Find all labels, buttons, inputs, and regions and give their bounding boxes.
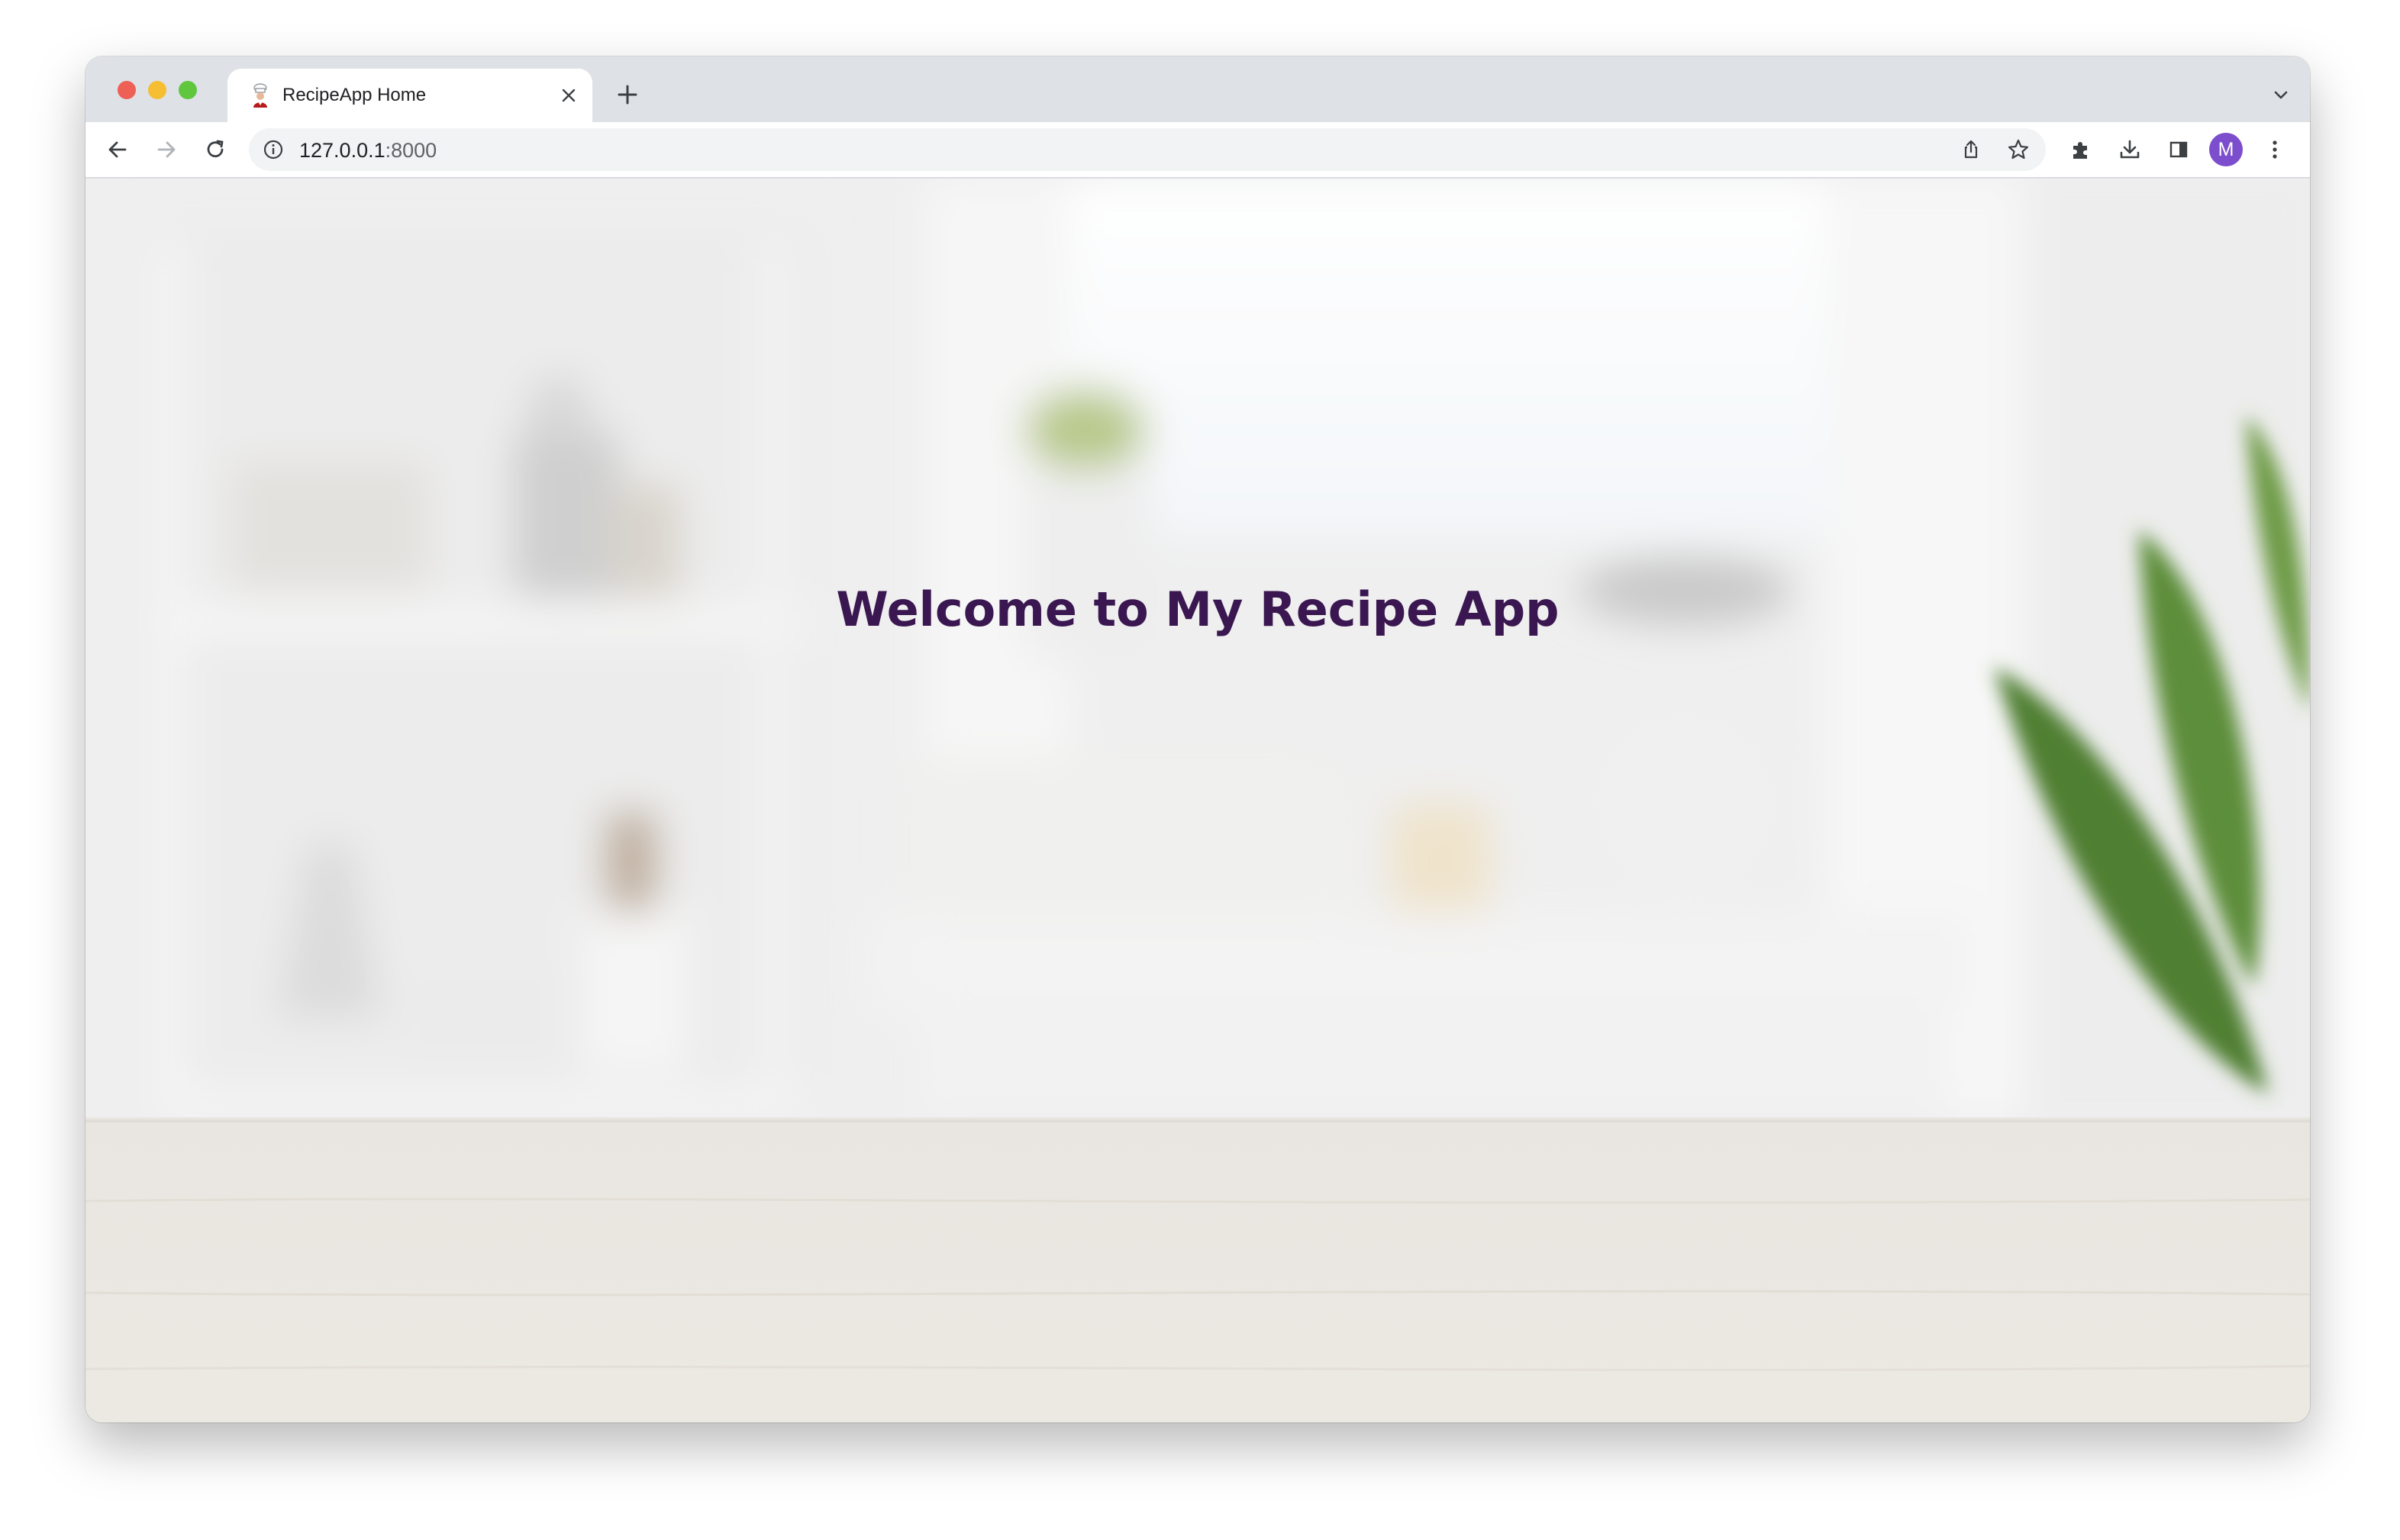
browser-toolbar: 127.0.0.1:8000 M — [85, 122, 2310, 179]
tab-strip: RecipeApp Home — [85, 56, 2310, 122]
url-text: 127.0.0.1:8000 — [299, 139, 437, 163]
chef-favicon-icon — [247, 82, 273, 108]
star-icon[interactable] — [2003, 134, 2034, 165]
url-host: 127.0.0.1 — [299, 139, 385, 162]
download-icon[interactable] — [2113, 133, 2147, 166]
info-icon[interactable] — [263, 139, 284, 160]
side-panel-icon[interactable] — [2162, 133, 2195, 166]
share-icon[interactable] — [1956, 134, 1986, 165]
page-heading: Welcome to My Recipe App — [836, 582, 1560, 637]
url-port: :8000 — [385, 139, 437, 162]
page-content: Welcome to My Recipe App — [85, 179, 2310, 1422]
tab-recipeapp-home[interactable]: RecipeApp Home — [227, 69, 592, 122]
forward-arrow-icon[interactable] — [150, 133, 183, 166]
back-arrow-icon[interactable] — [101, 133, 134, 166]
window-close-button[interactable] — [118, 81, 136, 99]
reload-icon[interactable] — [198, 133, 232, 166]
tab-title: RecipeApp Home — [282, 85, 427, 105]
new-tab-plus-icon[interactable] — [612, 79, 643, 110]
address-bar[interactable]: 127.0.0.1:8000 — [249, 128, 2046, 171]
window-minimize-button[interactable] — [148, 81, 166, 99]
window-maximize-button[interactable] — [179, 81, 197, 99]
browser-window: RecipeApp Home 127.0.0.1:8000 M Welcome … — [85, 56, 2310, 1422]
kebab-menu-icon[interactable] — [2258, 133, 2292, 166]
kitchen-background-image — [85, 179, 2310, 1422]
puzzle-icon[interactable] — [2064, 133, 2098, 166]
tab-search-chevron-down-icon[interactable] — [2267, 81, 2295, 108]
profile-avatar[interactable]: M — [2209, 133, 2243, 166]
tab-close-icon[interactable] — [556, 82, 582, 108]
